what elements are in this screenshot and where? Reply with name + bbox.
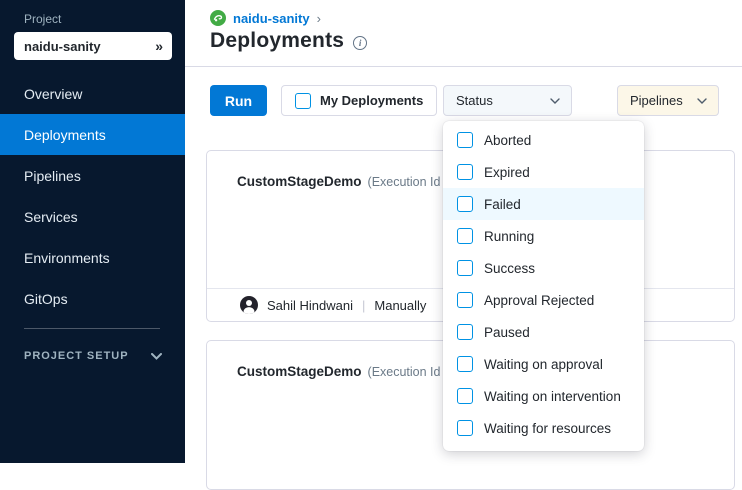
page-title: Deployments (210, 29, 344, 53)
my-deployments-label: My Deployments (320, 93, 423, 108)
breadcrumb-project-link[interactable]: naidu-sanity (233, 11, 310, 26)
checkbox-icon[interactable] (457, 356, 473, 372)
avatar (240, 296, 258, 314)
status-option-waiting-for-resources[interactable]: Waiting for resources (443, 412, 644, 444)
sidebar-item-overview[interactable]: Overview (0, 73, 185, 114)
checkbox-icon[interactable] (457, 228, 473, 244)
sidebar-nav: Overview Deployments Pipelines Services … (0, 73, 185, 319)
project-label: Project (24, 12, 61, 26)
expand-project-icon[interactable]: » (155, 39, 172, 53)
chevron-down-icon (151, 353, 162, 360)
status-option-waiting-on-approval[interactable]: Waiting on approval (443, 348, 644, 380)
execution-id-text: (Execution Id (368, 175, 441, 189)
sidebar-divider (24, 328, 160, 329)
run-button[interactable]: Run (210, 85, 267, 116)
checkbox-icon[interactable] (457, 132, 473, 148)
status-option-aborted[interactable]: Aborted (443, 124, 644, 156)
status-option-label: Failed (484, 197, 521, 212)
sidebar-item-services[interactable]: Services (0, 196, 185, 237)
pipelines-filter-label: Pipelines (630, 93, 683, 108)
triggered-by-user: Sahil Hindwani (267, 298, 353, 313)
project-icon (210, 10, 226, 26)
pipeline-name: CustomStageDemo (237, 174, 362, 189)
status-option-label: Waiting for resources (484, 421, 611, 436)
checkbox-icon[interactable] (457, 324, 473, 340)
status-option-label: Aborted (484, 133, 531, 148)
status-option-expired[interactable]: Expired (443, 156, 644, 188)
checkbox-icon[interactable] (457, 292, 473, 308)
my-deployments-checkbox-icon[interactable] (295, 93, 311, 109)
page-title-row: Deployments i (210, 29, 367, 53)
project-setup-label: PROJECT SETUP (24, 350, 129, 362)
status-option-label: Approval Rejected (484, 293, 594, 308)
pipeline-name: CustomStageDemo (237, 364, 362, 379)
status-option-label: Success (484, 261, 535, 276)
trigger-type: Manually (374, 298, 426, 313)
checkbox-icon[interactable] (457, 420, 473, 436)
main-content: naidu-sanity › Deployments i Run My Depl… (185, 0, 742, 463)
footer-separator: | (362, 298, 365, 313)
breadcrumb: naidu-sanity › (210, 10, 321, 26)
status-filter-label: Status (456, 93, 493, 108)
status-option-label: Waiting on intervention (484, 389, 621, 404)
status-option-success[interactable]: Success (443, 252, 644, 284)
checkbox-icon[interactable] (457, 196, 473, 212)
header-divider (185, 66, 742, 67)
project-name-input[interactable] (14, 39, 134, 54)
sidebar-item-pipelines[interactable]: Pipelines (0, 155, 185, 196)
execution-id-text: (Execution Id (368, 365, 441, 379)
sidebar-item-deployments[interactable]: Deployments (0, 114, 185, 155)
status-option-approval-rejected[interactable]: Approval Rejected (443, 284, 644, 316)
status-option-label: Running (484, 229, 534, 244)
chevron-down-icon (697, 98, 707, 104)
checkbox-icon[interactable] (457, 388, 473, 404)
status-option-label: Expired (484, 165, 530, 180)
pipelines-filter-dropdown[interactable]: Pipelines (617, 85, 719, 116)
checkbox-icon[interactable] (457, 164, 473, 180)
status-filter-menu: Aborted Expired Failed Running Success A… (443, 121, 644, 451)
sidebar: Project » Overview Deployments Pipelines… (0, 0, 185, 463)
project-selector[interactable]: » (14, 32, 172, 60)
sidebar-item-gitops[interactable]: GitOps (0, 278, 185, 319)
checkbox-icon[interactable] (457, 260, 473, 276)
chevron-down-icon (550, 98, 560, 104)
project-setup-toggle[interactable]: PROJECT SETUP (24, 350, 162, 362)
status-option-failed[interactable]: Failed (443, 188, 644, 220)
breadcrumb-chevron-icon: › (317, 11, 321, 26)
status-option-running[interactable]: Running (443, 220, 644, 252)
status-filter-dropdown[interactable]: Status (443, 85, 572, 116)
sidebar-item-environments[interactable]: Environments (0, 237, 185, 278)
info-icon[interactable]: i (353, 36, 367, 50)
status-option-label: Waiting on approval (484, 357, 603, 372)
status-option-paused[interactable]: Paused (443, 316, 644, 348)
status-option-label: Paused (484, 325, 530, 340)
my-deployments-toggle[interactable]: My Deployments (281, 85, 437, 116)
status-option-waiting-on-intervention[interactable]: Waiting on intervention (443, 380, 644, 412)
